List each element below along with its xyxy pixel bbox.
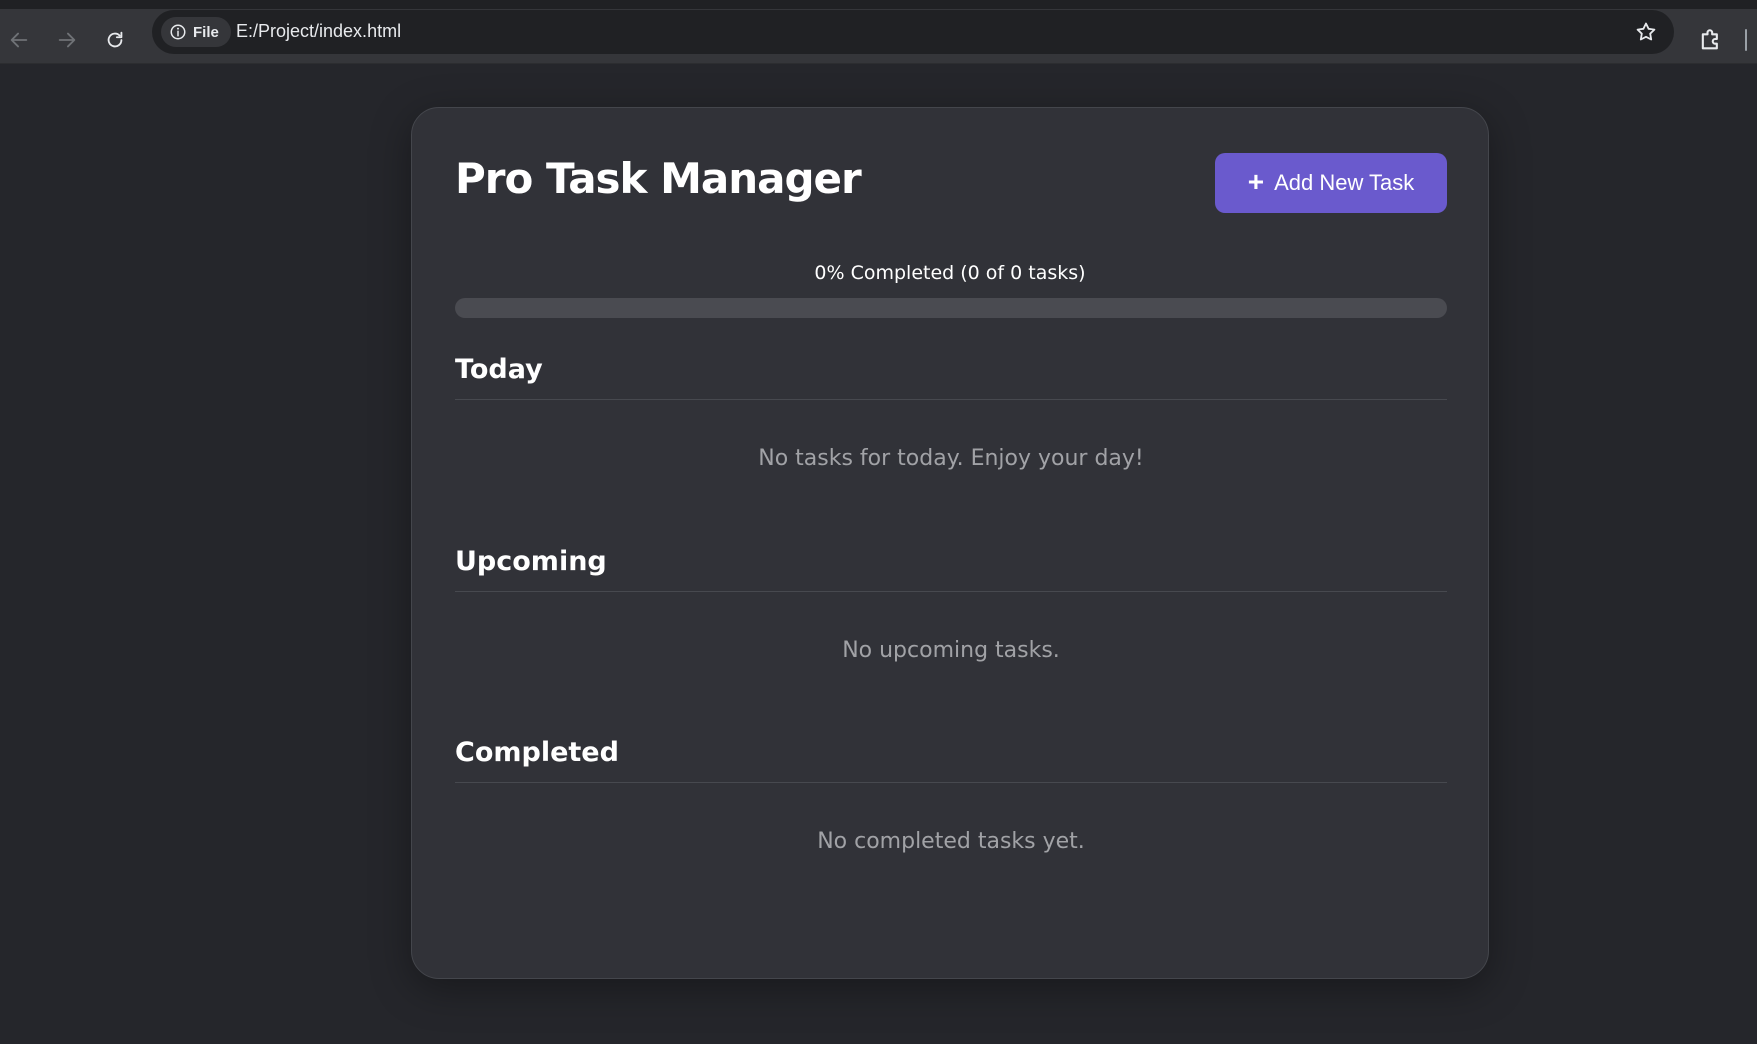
- add-new-task-button[interactable]: + Add New Task: [1215, 153, 1447, 213]
- address-bar[interactable]: File E:/Project/index.html: [152, 10, 1674, 54]
- plus-icon: +: [1247, 165, 1265, 197]
- empty-state-upcoming: No upcoming tasks.: [842, 638, 1060, 663]
- progress-bar: [455, 298, 1447, 318]
- site-chip-label: File: [193, 23, 219, 41]
- section-upcoming: Upcoming No upcoming tasks.: [455, 546, 1447, 663]
- info-icon: [170, 24, 186, 40]
- add-new-task-label: Add New Task: [1274, 170, 1415, 195]
- reload-icon: [107, 31, 123, 48]
- extensions-puzzle-icon[interactable]: [1697, 25, 1725, 53]
- back-button[interactable]: [4, 25, 34, 55]
- progress-label: 0% Completed (0 of 0 tasks): [814, 262, 1086, 284]
- empty-state-completed: No completed tasks yet.: [817, 829, 1085, 854]
- section-today: Today No tasks for today. Enjoy your day…: [455, 354, 1447, 471]
- task-manager-card: Pro Task Manager + Add New Task 0% Compl…: [411, 107, 1489, 979]
- reload-button[interactable]: [100, 25, 130, 55]
- browser-toolbar: File E:/Project/index.html: [0, 0, 1757, 64]
- site-info-chip[interactable]: File: [161, 17, 231, 47]
- section-title-upcoming: Upcoming: [455, 546, 1447, 592]
- arrow-left-icon: [10, 32, 28, 48]
- arrow-right-icon: [58, 32, 76, 48]
- section-title-today: Today: [455, 354, 1447, 400]
- bookmark-star-icon[interactable]: [1634, 20, 1658, 44]
- toolbar-divider: [1745, 29, 1747, 51]
- url-text[interactable]: E:/Project/index.html: [236, 21, 401, 42]
- section-completed: Completed No completed tasks yet.: [455, 737, 1447, 854]
- page-title: Pro Task Manager: [455, 154, 862, 203]
- section-title-completed: Completed: [455, 737, 1447, 783]
- empty-state-today: No tasks for today. Enjoy your day!: [758, 446, 1144, 471]
- forward-button[interactable]: [52, 25, 82, 55]
